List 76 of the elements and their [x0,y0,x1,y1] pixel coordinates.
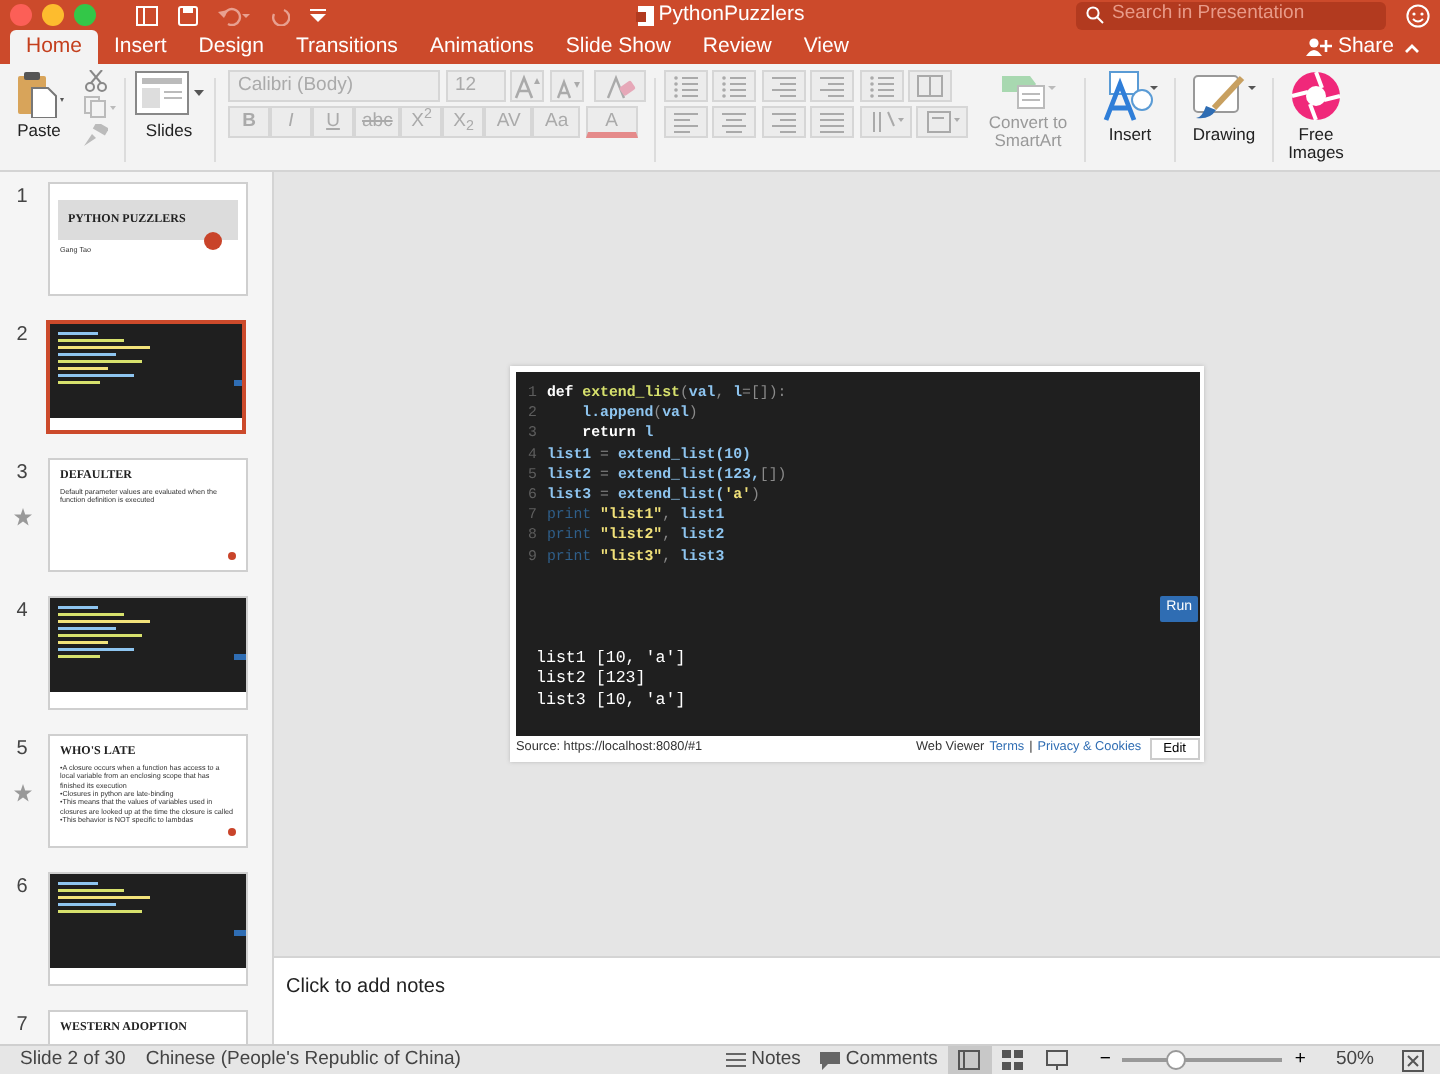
ribbon-tab[interactable]: Design [182,30,280,64]
slide-sorter-icon [1002,1050,1025,1070]
free-images-button[interactable]: Free Images [1282,69,1350,164]
align-text-icon[interactable] [924,108,960,136]
smiley-icon[interactable] [1406,3,1430,27]
convert-to-smartart-button[interactable]: Convert to SmartArt [980,69,1076,152]
ribbon-tab[interactable]: Review [686,30,788,64]
slide-number: 3 [16,460,28,488]
columns-icon[interactable] [912,71,948,99]
document-icon [635,5,654,25]
comments-button[interactable]: Comments [820,1045,938,1074]
ribbon-tab[interactable]: View [787,30,865,64]
slide-layout-icon [133,69,205,117]
clear-formatting-icon[interactable] [603,71,635,99]
search-field[interactable]: Search in Presentation [1076,1,1386,29]
circle-logo-icon [228,828,236,836]
new-slide-button[interactable]: Slides [133,69,205,141]
text-box-shape-icon [1100,69,1160,121]
slide-counter: Slide 2 of 30 [20,1045,126,1074]
drawing-button[interactable]: Drawing [1184,69,1264,145]
output-line: list1 [10, 'a'] [536,649,688,670]
grow-font-icon[interactable] [512,71,542,99]
circle-logo-icon [204,232,222,250]
ribbon-tab[interactable]: Insert [98,30,183,64]
text-direction-icon[interactable] [867,108,903,136]
insert-button[interactable]: Insert [1094,69,1166,145]
format-painter-icon[interactable] [83,123,107,145]
slide-number: 1 [16,184,28,212]
fit-to-window-icon[interactable] [1402,1049,1424,1071]
ribbon-tab[interactable]: Home [10,30,99,64]
slide-number: 5 [16,736,28,764]
zoom-out-button[interactable]: − [1099,1045,1111,1074]
increase-indent-icon[interactable] [814,71,850,99]
slide-number: 4 [16,598,28,626]
sidebar-icon[interactable] [136,5,158,25]
presentation-screen-icon [1046,1050,1069,1070]
window-control-icon[interactable] [10,4,32,26]
comment-icon [820,1051,841,1069]
ribbon-tab[interactable]: Animations [413,30,550,64]
save-icon[interactable] [178,5,198,25]
circle-logo-icon [228,552,236,560]
paste-button[interactable]: Paste [5,69,73,141]
window-control-icon[interactable] [42,4,64,26]
output-line: list2 [123] [536,670,648,692]
copy-icon[interactable] [83,96,115,118]
window-title: PythonPuzzlers [658,0,805,30]
slide-number: 6 [16,874,28,902]
normal-view-icon [958,1050,981,1070]
notes-icon [726,1052,747,1068]
zoom-slider-thumb[interactable] [1165,1050,1186,1070]
share-button[interactable]: Share [1306,31,1394,63]
numbering-icon[interactable] [716,71,752,99]
output-line: list3 [10, 'a'] [536,691,688,713]
ribbon-tab[interactable]: Transitions [279,30,414,64]
collapse-ribbon-icon[interactable] [1404,41,1420,53]
slide-number: 7 [16,1012,28,1040]
cut-icon[interactable] [83,69,107,91]
justify-icon[interactable] [814,108,850,136]
zoom-level: 50% [1335,1045,1374,1074]
window-control-icon[interactable] [74,4,96,26]
undo-icon[interactable] [218,5,250,25]
ribbon-tab[interactable]: Slide Show [549,30,687,64]
zoom-in-button[interactable]: + [1294,1045,1306,1074]
add-person-icon [1306,38,1333,56]
redo-icon[interactable] [270,5,290,25]
slide-number: 2 [16,322,28,350]
view-button[interactable] [947,1045,992,1074]
align-center-icon[interactable] [716,108,752,136]
notes-button[interactable]: Notes [726,1045,801,1074]
search-icon [1086,5,1104,23]
notes-placeholder[interactable]: Click to add notes [286,976,445,998]
aperture-logo-icon [1290,69,1342,121]
clipboard-icon [13,69,65,117]
customize-menu-icon[interactable] [310,7,326,23]
language-label[interactable]: Chinese (People's Republic of China) [145,1045,461,1074]
paintbrush-icon [1190,69,1258,121]
